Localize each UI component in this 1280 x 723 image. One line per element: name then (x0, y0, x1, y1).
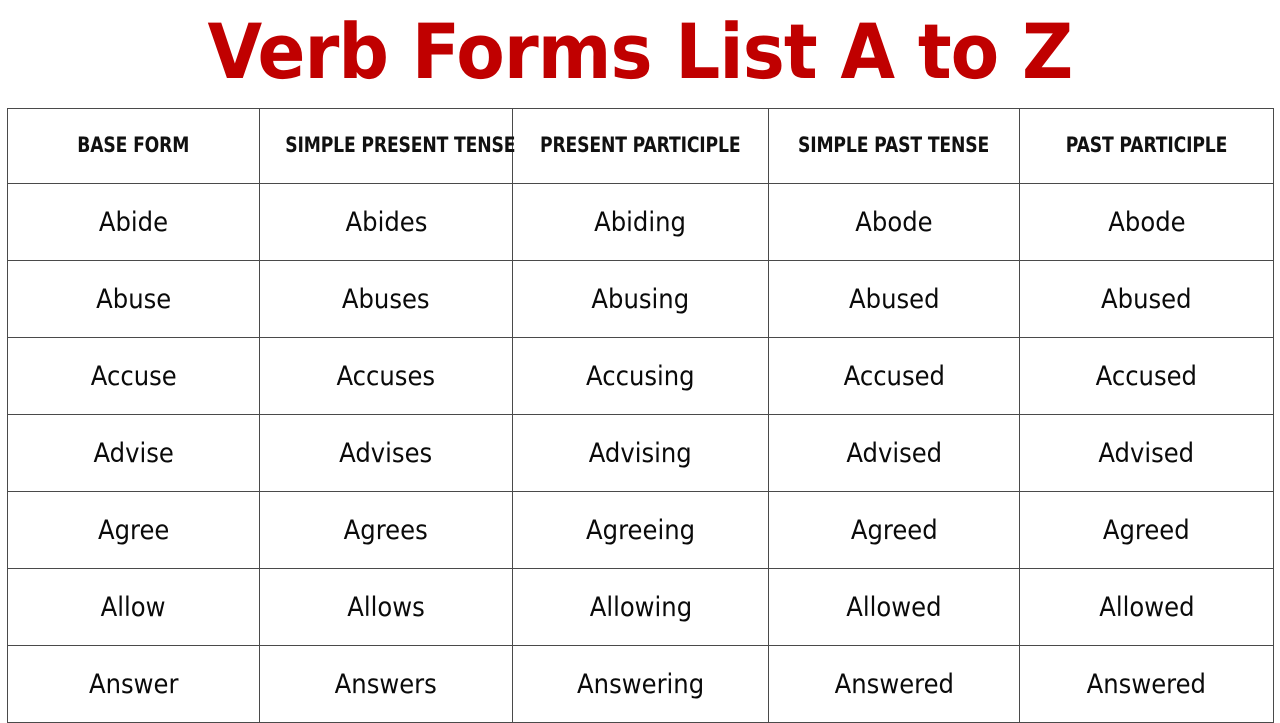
cell-simple-past-tense: Answered (768, 645, 1020, 723)
cell-past-participle: Allowed (1019, 568, 1274, 646)
column-header-base-form: BASE FORM (7, 108, 260, 184)
cell-text: Allow (101, 591, 166, 623)
cell-present-participle: Answering (512, 645, 769, 723)
cell-text: Allowed (846, 591, 942, 623)
cell-text: Agreed (1103, 514, 1190, 546)
cell-present-participle: Abusing (512, 260, 769, 338)
cell-text: Abides (345, 206, 427, 238)
cell-text: Allows (347, 591, 425, 623)
cell-text: Accused (1095, 360, 1198, 392)
verb-forms-page: Verb Forms List A to Z BASE FORM SIMPLE … (0, 0, 1280, 723)
cell-base-form: Abide (7, 183, 260, 261)
cell-text: Abused (1101, 283, 1192, 315)
table-row: Abide Abides Abiding Abode Abode (7, 183, 1274, 261)
cell-text: Accusing (586, 360, 695, 392)
cell-text: Allowing (589, 591, 692, 623)
cell-text: Accuse (90, 360, 177, 392)
column-header-label: SIMPLE PRESENT TENSE (285, 133, 516, 157)
cell-past-participle: Agreed (1019, 491, 1274, 569)
cell-text: Accused (843, 360, 945, 392)
column-header-simple-past-tense: SIMPLE PAST TENSE (768, 108, 1020, 184)
cell-base-form: Allow (7, 568, 260, 646)
cell-text: Accuses (336, 360, 436, 392)
cell-text: Answered (834, 668, 954, 700)
table-row: Agree Agrees Agreeing Agreed Agreed (7, 491, 1274, 569)
cell-base-form: Accuse (7, 337, 260, 415)
cell-past-participle: Abode (1019, 183, 1274, 261)
cell-simple-past-tense: Advised (768, 414, 1020, 492)
table-row: Accuse Accuses Accusing Accused Accused (7, 337, 1274, 415)
table-header: BASE FORM SIMPLE PRESENT TENSE PRESENT P… (7, 108, 1274, 184)
cell-present-participle: Advising (512, 414, 769, 492)
cell-text: Advising (589, 437, 692, 469)
cell-simple-present-tense: Allows (259, 568, 513, 646)
table-body: Abide Abides Abiding Abode Abode Abuse A… (7, 183, 1274, 723)
column-header-simple-present-tense: SIMPLE PRESENT TENSE (259, 108, 516, 184)
column-header-label: PRESENT PARTICIPLE (540, 133, 741, 157)
cell-base-form: Answer (7, 645, 260, 723)
table-row: Answer Answers Answering Answered Answer… (7, 645, 1274, 723)
cell-text: Advises (339, 437, 433, 469)
cell-text: Answers (334, 668, 438, 700)
cell-text: Agreed (850, 514, 938, 546)
page-title: Verb Forms List A to Z (207, 7, 1074, 96)
cell-simple-present-tense: Abides (259, 183, 513, 261)
cell-present-participle: Accusing (512, 337, 769, 415)
column-header-label: SIMPLE PAST TENSE (798, 133, 990, 157)
cell-text: Abide (98, 206, 169, 238)
cell-present-participle: Agreeing (512, 491, 769, 569)
cell-present-participle: Abiding (512, 183, 769, 261)
cell-text: Abuses (342, 283, 430, 315)
cell-text: Agrees (343, 514, 429, 546)
cell-simple-present-tense: Answers (259, 645, 513, 723)
cell-text: Abused (848, 283, 940, 315)
cell-simple-present-tense: Agrees (259, 491, 513, 569)
cell-simple-present-tense: Accuses (259, 337, 513, 415)
verb-forms-table: BASE FORM SIMPLE PRESENT TENSE PRESENT P… (7, 108, 1274, 723)
cell-simple-present-tense: Advises (259, 414, 513, 492)
cell-text: Advised (1098, 437, 1195, 469)
cell-text: Answer (88, 668, 179, 700)
cell-text: Answering (576, 668, 705, 700)
cell-text: Abusing (591, 283, 690, 315)
cell-text: Agree (97, 514, 170, 546)
cell-text: Advised (846, 437, 942, 469)
column-header-label: BASE FORM (77, 133, 190, 157)
cell-text: Answered (1086, 668, 1207, 700)
cell-text: Allowed (1098, 591, 1195, 623)
table-row: Abuse Abuses Abusing Abused Abused (7, 260, 1274, 338)
column-header-present-participle: PRESENT PARTICIPLE (512, 108, 769, 184)
cell-text: Abiding (594, 206, 687, 238)
cell-text: Agreeing (586, 514, 695, 546)
header-row: BASE FORM SIMPLE PRESENT TENSE PRESENT P… (7, 108, 1274, 184)
cell-simple-past-tense: Abode (768, 183, 1020, 261)
column-header-label: PAST PARTICIPLE (1065, 133, 1228, 157)
cell-text: Abode (1107, 206, 1186, 238)
table-row: Advise Advises Advising Advised Advised (7, 414, 1274, 492)
cell-past-participle: Advised (1019, 414, 1274, 492)
cell-text: Advise (93, 437, 174, 469)
cell-base-form: Advise (7, 414, 260, 492)
cell-present-participle: Allowing (512, 568, 769, 646)
cell-text: Abuse (95, 283, 172, 315)
cell-past-participle: Accused (1019, 337, 1274, 415)
cell-past-participle: Abused (1019, 260, 1274, 338)
cell-text: Abode (855, 206, 933, 238)
cell-simple-past-tense: Allowed (768, 568, 1020, 646)
cell-simple-past-tense: Agreed (768, 491, 1020, 569)
cell-simple-past-tense: Abused (768, 260, 1020, 338)
table-row: Allow Allows Allowing Allowed Allowed (7, 568, 1274, 646)
cell-base-form: Agree (7, 491, 260, 569)
column-header-past-participle: PAST PARTICIPLE (1019, 108, 1274, 184)
title-area: Verb Forms List A to Z (0, 0, 1280, 108)
cell-past-participle: Answered (1019, 645, 1274, 723)
cell-simple-present-tense: Abuses (259, 260, 513, 338)
cell-base-form: Abuse (7, 260, 260, 338)
cell-simple-past-tense: Accused (768, 337, 1020, 415)
table-container: BASE FORM SIMPLE PRESENT TENSE PRESENT P… (0, 108, 1280, 723)
